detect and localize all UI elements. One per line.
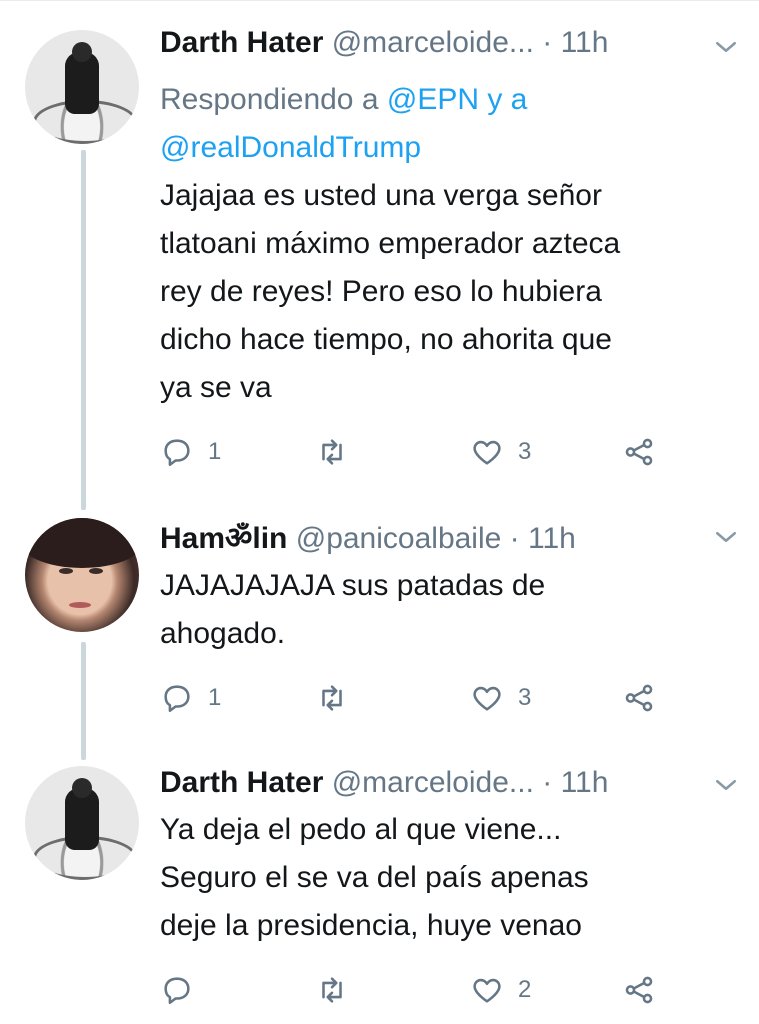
timestamp[interactable]: · 11h — [542, 26, 608, 59]
retweet-button[interactable] — [315, 970, 363, 1010]
chevron-down-icon[interactable] — [711, 522, 741, 552]
mention-link[interactable]: @realDonaldTrump — [160, 131, 421, 164]
tweet-actions: 1 3 — [160, 432, 680, 472]
user-handle[interactable]: @panicoalbaile — [296, 522, 502, 555]
share-button[interactable] — [622, 432, 656, 472]
tweet[interactable]: Darth Hater @marceloide... · 11h Respond… — [0, 0, 759, 500]
reply-count: 1 — [208, 438, 222, 465]
reply-button[interactable]: 1 — [160, 432, 221, 472]
retweet-icon — [322, 439, 342, 465]
tweet-header: Darth Hater @marceloide... · 11h — [160, 22, 739, 64]
user-name[interactable]: Darth Hater — [160, 766, 323, 799]
retweet-button[interactable] — [315, 678, 363, 718]
text-line: JAJAJAJAJA sus patadas de — [160, 569, 546, 602]
user-name[interactable]: Hamॐlin — [160, 522, 287, 555]
retweet-icon — [322, 977, 342, 1003]
tweet-text: JAJAJAJAJA sus patadas de ahogado. — [160, 562, 720, 658]
chevron-down-icon[interactable] — [711, 770, 741, 800]
heart-icon — [473, 440, 501, 465]
user-handle[interactable]: @marceloide... — [332, 26, 534, 59]
share-icon — [625, 976, 653, 1004]
user-name[interactable]: Darth Hater — [160, 26, 323, 59]
retweet-button[interactable] — [315, 432, 363, 472]
text-line: ya se va — [160, 371, 272, 404]
retweet-icon — [322, 685, 342, 711]
reply-icon — [164, 685, 190, 713]
heart-icon — [473, 686, 501, 711]
tweet-header: Hamॐlin @panicoalbaile · 11h — [160, 518, 739, 560]
reply-joiner: y a — [479, 83, 528, 116]
reply-button[interactable]: 1 — [160, 678, 221, 718]
reply-context: Respondiendo a @EPN y a @realDonaldTrump — [160, 76, 527, 172]
text-line: tlatoani máximo emperador azteca — [160, 227, 621, 260]
user-handle[interactable]: @marceloide... — [332, 766, 534, 799]
share-button[interactable] — [622, 678, 656, 718]
avatar[interactable] — [25, 30, 139, 144]
share-button[interactable] — [622, 970, 656, 1010]
like-count: 3 — [518, 684, 532, 711]
timestamp[interactable]: · 11h — [542, 766, 608, 799]
text-line: deje la presidencia, huye venao — [160, 909, 582, 942]
reply-icon — [164, 439, 190, 467]
tweet-text: Jajajaa es usted una verga señor tlatoan… — [160, 172, 720, 412]
reply-prefix: Respondiendo a — [160, 83, 387, 116]
tweet[interactable]: Darth Hater @marceloide... · 11h Ya deja… — [0, 750, 759, 1024]
text-line: Ya deja el pedo al que viene... — [160, 813, 562, 846]
like-button[interactable]: 3 — [470, 432, 531, 472]
text-line: Jajajaa es usted una verga señor — [160, 179, 602, 212]
text-line: Seguro el se va del país apenas — [160, 861, 589, 894]
reply-button[interactable] — [160, 970, 208, 1010]
text-line: dicho hace tiempo, no ahorita que — [160, 323, 612, 356]
like-button[interactable]: 3 — [470, 678, 531, 718]
text-line: ahogado. — [160, 617, 286, 650]
tweet-text: Ya deja el pedo al que viene... Seguro e… — [160, 806, 720, 950]
like-button[interactable]: 2 — [470, 970, 531, 1010]
text-line: rey de reyes! Pero eso lo hubiera — [160, 275, 602, 308]
tweet-header: Darth Hater @marceloide... · 11h — [160, 762, 739, 804]
share-icon — [625, 438, 653, 466]
tweet-actions: 2 — [160, 970, 680, 1010]
tweet-actions: 1 3 — [160, 678, 680, 718]
like-count: 2 — [518, 976, 532, 1003]
reply-icon — [164, 977, 190, 1005]
avatar[interactable] — [25, 766, 139, 880]
timestamp[interactable]: · 11h — [510, 522, 576, 555]
avatar[interactable] — [25, 518, 139, 632]
tweet[interactable]: Hamॐlin @panicoalbaile · 11h JAJAJAJAJA … — [0, 500, 759, 750]
reply-count: 1 — [208, 684, 222, 711]
mention-link[interactable]: @EPN — [387, 83, 479, 116]
like-count: 3 — [518, 438, 532, 465]
heart-icon — [473, 978, 501, 1003]
chevron-down-icon[interactable] — [711, 32, 741, 62]
share-icon — [625, 684, 653, 712]
